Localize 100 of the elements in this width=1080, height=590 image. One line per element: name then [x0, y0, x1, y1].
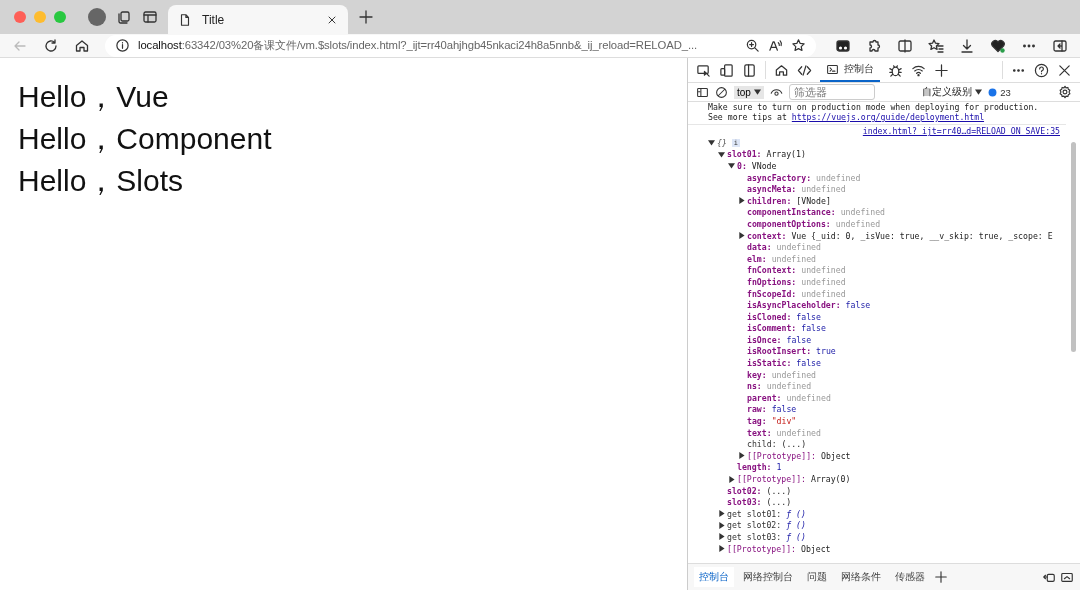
inspect-icon[interactable] — [696, 62, 711, 78]
property-value: false — [771, 404, 797, 415]
property-value: "div" — [771, 416, 797, 427]
collapsed-triangle-icon[interactable] — [718, 510, 725, 518]
drawer-icon[interactable] — [1060, 570, 1074, 584]
puzzle-icon[interactable] — [866, 37, 882, 54]
docs-link[interactable]: https://vuejs.org/guide/deployment.html — [791, 112, 985, 122]
star-icon[interactable] — [791, 38, 806, 53]
object-label: {} — [717, 137, 727, 148]
split-screen-icon[interactable] — [897, 37, 913, 54]
property-value: Array(0) — [810, 474, 851, 484]
collapsed-triangle-icon[interactable] — [738, 452, 745, 460]
browser-tab[interactable]: Title — [168, 5, 348, 34]
zoom-in-icon[interactable] — [745, 38, 760, 53]
property-value: [VNode] — [796, 195, 831, 206]
expanded-triangle-icon[interactable] — [728, 162, 735, 170]
property-key: key: — [747, 369, 767, 380]
property-value: undefined — [816, 172, 861, 183]
message-icon — [988, 87, 998, 97]
code-icon[interactable] — [797, 62, 812, 78]
property-key: asyncMeta: — [747, 184, 797, 195]
property-value: undefined — [801, 184, 846, 195]
dropdown-caret-icon — [753, 89, 761, 95]
property-value: true — [816, 346, 836, 357]
drawer-tab[interactable]: 问题 — [802, 567, 832, 587]
property-key: text: — [747, 427, 772, 438]
expanded-triangle-icon[interactable] — [708, 139, 715, 147]
address-bar[interactable]: localhost:63342/03%20备课文件/vm.$slots/index.html?_ijt=rr40ahjhgb45nkaci24h8a5nnb&_ij_reload=RELOAD_... — [105, 34, 816, 57]
property-key: [[Prototype]]: — [727, 543, 796, 554]
profile-avatar[interactable] — [88, 8, 106, 26]
property-value: false — [801, 323, 826, 334]
property-key: parent: — [747, 392, 782, 403]
property-key: tag: — [747, 416, 767, 427]
property-key: ns: — [747, 381, 762, 392]
property-value: VNode — [751, 161, 777, 171]
collections-icon[interactable] — [116, 9, 132, 25]
bug-icon[interactable] — [888, 62, 903, 78]
favorites-icon[interactable] — [928, 37, 944, 54]
expanded-triangle-icon[interactable] — [718, 150, 725, 158]
greeting-text: Hello，Slots — [18, 163, 185, 199]
property-value: undefined — [771, 253, 817, 264]
collapsed-triangle-icon[interactable] — [718, 533, 725, 541]
collapsed-triangle-icon[interactable] — [738, 197, 745, 205]
property-value: false — [786, 334, 812, 345]
refresh-icon[interactable] — [43, 37, 59, 54]
property-value: Object — [800, 543, 831, 554]
source-link[interactable]: index.html?_ijt=rr40…d=RELOAD_ON_SAVE:35 — [862, 126, 1060, 136]
drawer-tab[interactable]: 控制台 — [694, 567, 734, 587]
read-aloud-icon[interactable] — [768, 38, 783, 53]
property-value: ƒ () — [786, 520, 806, 531]
collapsed-triangle-icon[interactable] — [718, 545, 725, 553]
property-value: undefined — [840, 207, 886, 218]
drawer-tab[interactable]: 传感器 — [890, 567, 930, 587]
extension-icon[interactable] — [835, 37, 851, 54]
message-count[interactable]: 23 — [988, 86, 1011, 98]
property-key: [[Prototype]]: — [737, 474, 806, 484]
info-icon — [115, 38, 130, 53]
help-icon[interactable] — [1034, 62, 1049, 78]
property-key: child: — [747, 439, 777, 450]
console-message: See more tips at https://vuejs.org/guide/deployment.html — [708, 112, 985, 122]
clear-console-icon[interactable] — [715, 85, 728, 99]
download-icon[interactable] — [959, 37, 975, 54]
collapsed-triangle-icon[interactable] — [728, 475, 735, 483]
property-value: false — [796, 311, 821, 322]
property-key: get slot02: — [727, 520, 782, 531]
device-icon[interactable] — [719, 62, 734, 78]
property-value: undefined — [771, 369, 817, 380]
collapsed-triangle-icon[interactable] — [738, 232, 745, 240]
property-value: undefined — [801, 265, 846, 276]
sidebar-toggle-icon[interactable] — [696, 85, 709, 99]
property-value: false — [845, 300, 871, 311]
close-icon[interactable] — [1057, 62, 1072, 78]
property-key: isCloned: — [747, 311, 792, 322]
log-levels-dropdown[interactable]: 自定义级别 — [922, 85, 983, 99]
new-tab-icon[interactable] — [358, 9, 374, 25]
settings-icon[interactable] — [1058, 85, 1072, 99]
scrollbar[interactable] — [1071, 142, 1076, 352]
health-icon[interactable] — [990, 37, 1006, 54]
dock-icon[interactable] — [742, 62, 757, 78]
property-key: get slot03: — [727, 532, 782, 542]
property-key: componentOptions: — [747, 218, 831, 229]
add-icon[interactable] — [934, 62, 949, 78]
devtools-tab[interactable]: 控制台 — [820, 58, 880, 82]
collapsed-triangle-icon[interactable] — [718, 521, 725, 529]
console-message: Make sure to turn on production mode when deploying for production. — [708, 102, 1039, 112]
filter-field[interactable]: 筛选器 — [788, 84, 875, 100]
property-key: context: — [747, 230, 787, 241]
property-value: Vue {_uid: 0, _isVue: true, __v_skip: true, _scope: E — [791, 230, 1053, 241]
property-key: isComment: — [747, 323, 797, 334]
tab-layout-icon[interactable] — [142, 9, 158, 25]
drawer-tab[interactable]: 网络条件 — [836, 567, 886, 587]
drawer-tab[interactable]: 网络控制台 — [738, 567, 798, 587]
property-key: [[Prototype]]: — [747, 450, 816, 461]
property-value: undefined — [766, 381, 812, 392]
property-key: slot01: — [727, 149, 762, 160]
property-key: isOnce: — [747, 334, 782, 345]
sidebar-icon[interactable] — [1052, 37, 1068, 54]
home-icon[interactable] — [774, 62, 789, 78]
greeting-text: Hello，Component — [18, 121, 273, 157]
context-dropdown[interactable]: top — [734, 85, 764, 99]
